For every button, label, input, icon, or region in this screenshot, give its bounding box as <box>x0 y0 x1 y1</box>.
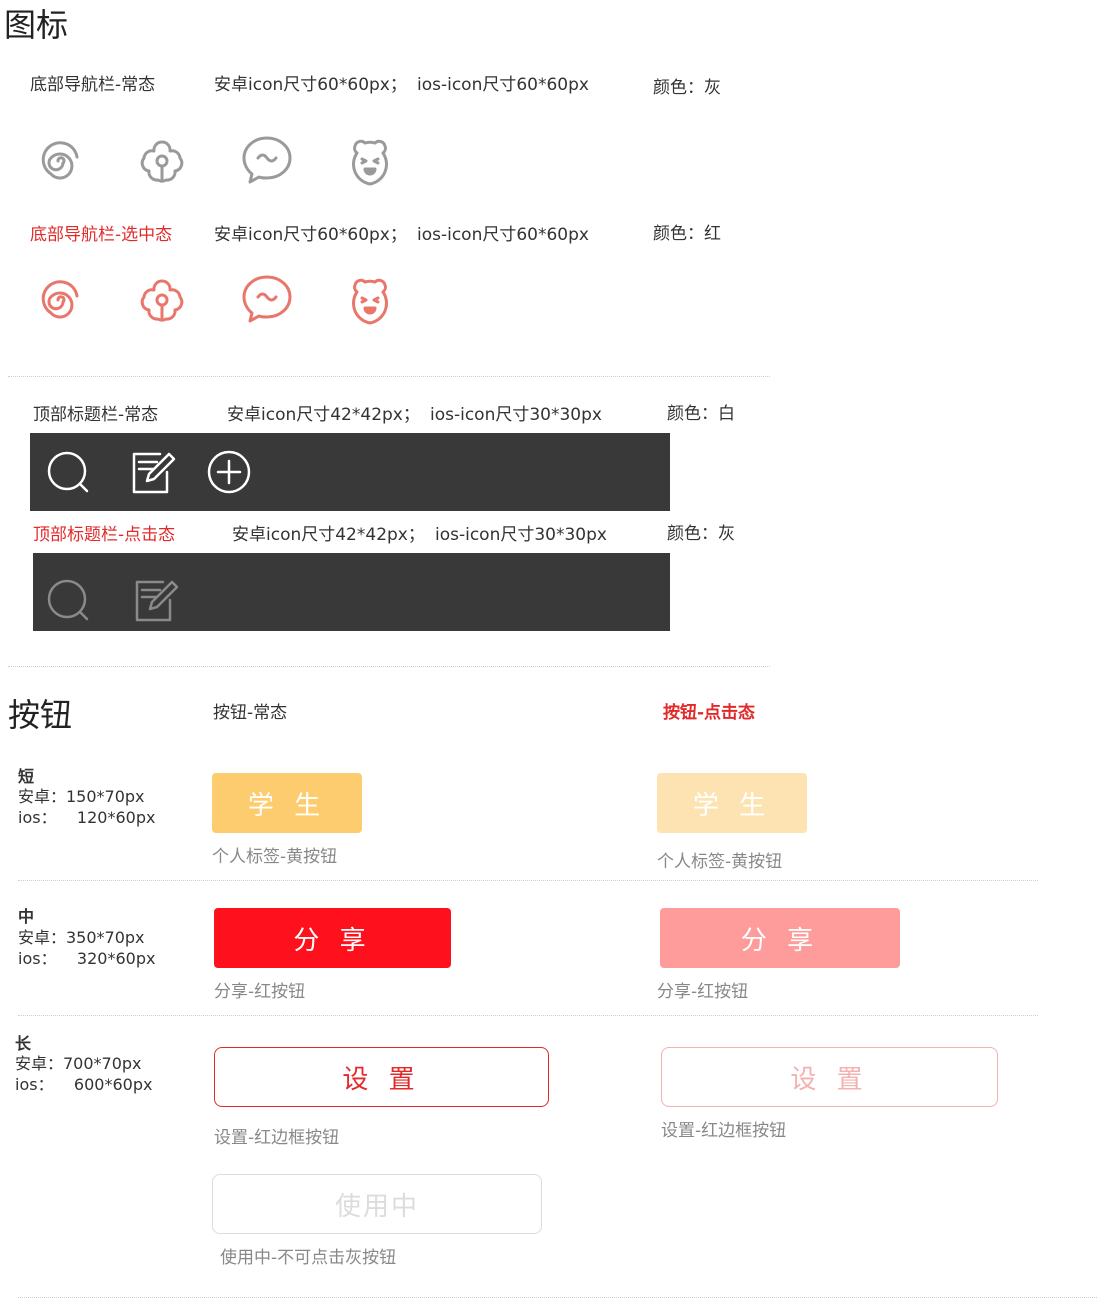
top-bar-pressed-label: 顶部标题栏-点击态 <box>33 525 176 545</box>
medium-tag: 中 <box>18 907 35 926</box>
student-button-pressed-caption: 个人标签-黄按钮 <box>657 852 783 872</box>
divider <box>8 376 770 377</box>
short-android-size: 安卓：150*70px <box>18 787 145 806</box>
spiral-icon[interactable] <box>33 134 87 188</box>
spiral-icon[interactable] <box>33 273 87 327</box>
flower-icon[interactable] <box>135 134 189 188</box>
bottom-nav-normal-android-size: 安卓icon尺寸60*60px； <box>214 75 407 95</box>
divider <box>18 880 1038 881</box>
share-button-pressed-caption: 分享-红按钮 <box>657 982 749 1002</box>
settings-button[interactable]: 设 置 <box>214 1047 549 1107</box>
share-button[interactable]: 分 享 <box>214 908 451 968</box>
settings-button-pressed-caption: 设置-红边框按钮 <box>661 1121 787 1141</box>
icons-section-title: 图标 <box>4 6 69 44</box>
top-bar-pressed-color: 颜色：灰 <box>667 524 735 544</box>
top-bar-normal-preview <box>30 433 670 511</box>
top-bar-pressed-android-size: 安卓icon尺寸42*42px； <box>232 525 425 545</box>
student-button-pressed[interactable]: 学 生 <box>657 773 807 833</box>
edit-icon[interactable] <box>131 450 177 496</box>
settings-button-pressed[interactable]: 设 置 <box>661 1047 998 1107</box>
chat-bubble-icon[interactable] <box>240 271 294 325</box>
top-bar-normal-color: 颜色：白 <box>667 404 735 424</box>
bottom-nav-selected-label: 底部导航栏-选中态 <box>30 225 173 245</box>
top-bar-pressed-ios-size: ios-icon尺寸30*30px <box>435 525 607 545</box>
long-ios-size: ios： 600*60px <box>15 1075 153 1094</box>
buttons-normal-header: 按钮-常态 <box>213 703 288 723</box>
bottom-nav-normal-color: 颜色：灰 <box>653 78 721 98</box>
chat-bubble-icon[interactable] <box>240 132 294 186</box>
student-button[interactable]: 学 生 <box>212 773 362 833</box>
medium-android-size: 安卓：350*70px <box>18 928 145 947</box>
bear-face-icon[interactable] <box>343 273 397 327</box>
bottom-nav-normal-label: 底部导航栏-常态 <box>30 75 156 95</box>
settings-button-caption: 设置-红边框按钮 <box>214 1128 340 1148</box>
search-icon[interactable] <box>46 450 92 496</box>
top-bar-normal-android-size: 安卓icon尺寸42*42px； <box>227 405 420 425</box>
share-button-pressed[interactable]: 分 享 <box>660 908 900 968</box>
buttons-section-title: 按钮 <box>8 696 73 734</box>
medium-ios-size: ios： 320*60px <box>18 949 156 968</box>
search-icon[interactable] <box>46 578 92 624</box>
top-bar-normal-ios-size: ios-icon尺寸30*30px <box>430 405 602 425</box>
divider <box>18 1297 1097 1298</box>
short-ios-size: ios： 120*60px <box>18 808 156 827</box>
top-bar-pressed-preview <box>33 553 670 631</box>
flower-icon[interactable] <box>135 273 189 327</box>
edit-icon[interactable] <box>134 578 180 624</box>
bottom-nav-selected-ios-size: ios-icon尺寸60*60px <box>417 225 589 245</box>
divider <box>8 666 770 667</box>
divider <box>18 1015 1038 1016</box>
in-use-button-disabled: 使用中 <box>212 1174 542 1234</box>
long-android-size: 安卓：700*70px <box>15 1054 142 1073</box>
bottom-nav-selected-color: 颜色：红 <box>653 224 721 244</box>
bottom-nav-selected-android-size: 安卓icon尺寸60*60px； <box>214 225 407 245</box>
long-tag: 长 <box>15 1034 32 1053</box>
top-bar-normal-label: 顶部标题栏-常态 <box>33 405 159 425</box>
student-button-caption: 个人标签-黄按钮 <box>212 847 338 867</box>
in-use-button-caption: 使用中-不可点击灰按钮 <box>220 1248 397 1268</box>
bottom-nav-normal-ios-size: ios-icon尺寸60*60px <box>417 75 589 95</box>
bear-face-icon[interactable] <box>343 134 397 188</box>
short-tag: 短 <box>18 767 35 786</box>
add-circle-icon[interactable] <box>206 450 252 496</box>
share-button-caption: 分享-红按钮 <box>214 982 306 1002</box>
buttons-pressed-header: 按钮-点击态 <box>663 703 756 723</box>
